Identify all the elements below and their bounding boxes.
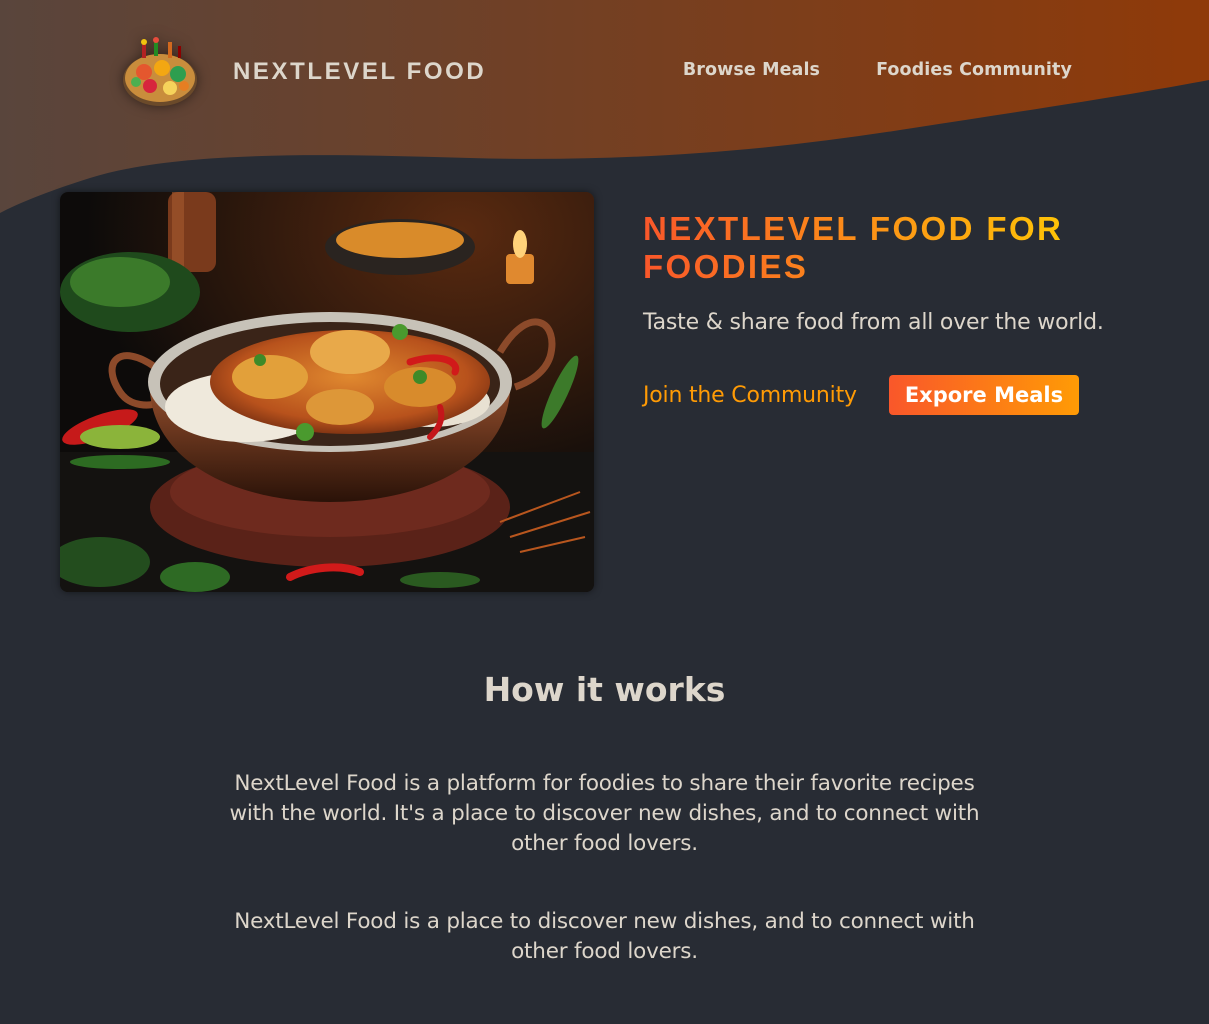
hero-title: NEXTLEVEL FOOD FOR FOODIES (643, 210, 1083, 286)
explore-meals-button[interactable]: Expore Meals (888, 375, 1080, 415)
food-platter-icon (123, 37, 197, 106)
join-community-link[interactable]: Join the Community (643, 383, 857, 408)
how-it-works-section: How it works NextLevel Food is a platfor… (0, 670, 1209, 967)
hero-image (60, 192, 594, 592)
nav-browse-meals[interactable]: Browse Meals (683, 60, 820, 80)
how-it-works-title: How it works (483, 670, 726, 709)
brand-name: NEXTLEVEL FOOD (233, 58, 487, 85)
how-it-works-paragraph-2: NextLevel Food is a place to discover ne… (234, 909, 975, 964)
hero-subtitle: Taste & share food from all over the wor… (643, 310, 1104, 335)
site-header: NEXTLEVEL FOOD Browse Meals Foodies Comm… (0, 0, 1209, 150)
curry-dish-image (60, 192, 594, 592)
logo-link[interactable]: NEXTLEVEL FOOD (120, 36, 486, 108)
hero-cta-group: Join the Community Expore Meals (643, 375, 1143, 415)
nav-foodies-community[interactable]: Foodies Community (876, 60, 1072, 80)
main-nav: Browse Meals Foodies Community (683, 60, 1072, 80)
how-it-works-paragraph-1: NextLevel Food is a platform for foodies… (229, 771, 980, 856)
hero-content: NEXTLEVEL FOOD FOR FOODIES Taste & share… (643, 210, 1143, 415)
